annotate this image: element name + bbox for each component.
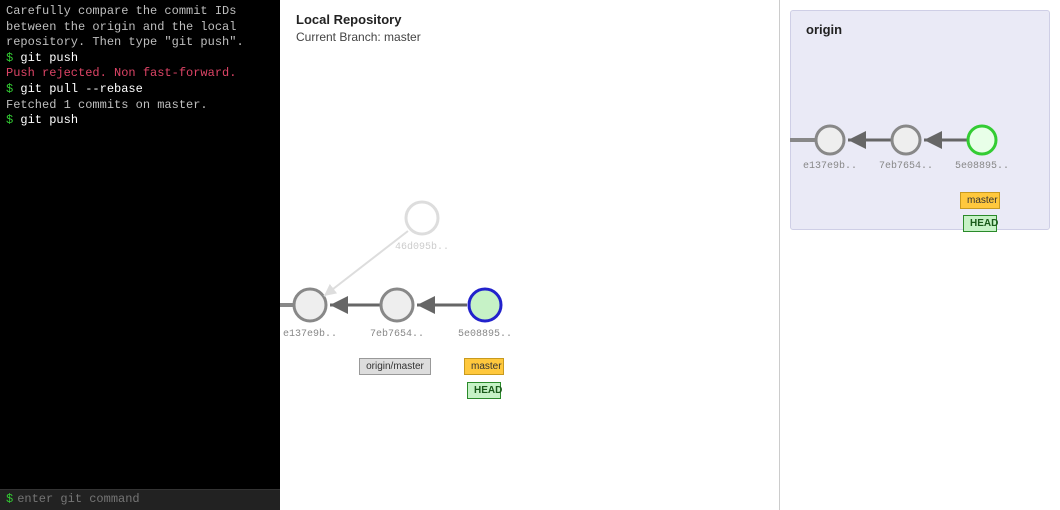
commit-hash: e137e9b..	[283, 328, 337, 340]
commit-node	[816, 126, 844, 154]
cmd-text: git pull --rebase	[20, 82, 142, 96]
terminal-line: $ git pull --rebase	[6, 82, 274, 98]
terminal-panel: Carefully compare the commit IDs between…	[0, 0, 280, 489]
instruction-text: Carefully compare the commit IDs between…	[6, 4, 274, 51]
commit-hash: 7eb7654..	[879, 160, 933, 172]
command-bar[interactable]: $	[0, 489, 280, 510]
commit-node-head	[469, 289, 501, 321]
ref-tag-origin-master[interactable]: origin/master	[359, 358, 431, 375]
terminal-output: Fetched 1 commits on master.	[6, 98, 274, 114]
commit-hash: 46d095b..	[395, 241, 449, 253]
prompt-icon: $	[6, 113, 13, 127]
cmd-text: git push	[20, 113, 78, 127]
prompt-icon: $	[6, 82, 13, 96]
cmd-text: git push	[20, 51, 78, 65]
terminal-output: Push rejected. Non fast-forward.	[6, 66, 274, 82]
local-commit-graph: e137e9b.. 7eb7654.. 5e08895.. 46d095b..	[280, 0, 780, 510]
terminal-line: $ git push	[6, 113, 274, 129]
origin-commit-graph: e137e9b.. 7eb7654.. 5e08895..	[790, 10, 1050, 230]
commit-hash: 5e08895..	[458, 329, 512, 340]
command-input[interactable]	[17, 492, 247, 506]
commit-node	[294, 289, 326, 321]
commit-node-orphan	[406, 202, 438, 234]
terminal-line: $ git push	[6, 51, 274, 67]
ref-tag-head[interactable]: HEAD	[467, 382, 501, 399]
commit-node	[892, 126, 920, 154]
ref-tag-master[interactable]: master	[464, 358, 504, 375]
prompt-icon: $	[6, 51, 13, 65]
commit-hash: 7eb7654..	[370, 328, 424, 340]
commit-hash: e137e9b..	[803, 160, 857, 172]
ref-tag-head[interactable]: HEAD	[963, 215, 997, 232]
commit-node-head	[968, 126, 996, 154]
commit-node	[381, 289, 413, 321]
commit-hash: 5e08895..	[955, 161, 1009, 172]
prompt-icon: $	[6, 492, 13, 506]
ref-tag-master[interactable]: master	[960, 192, 1000, 209]
